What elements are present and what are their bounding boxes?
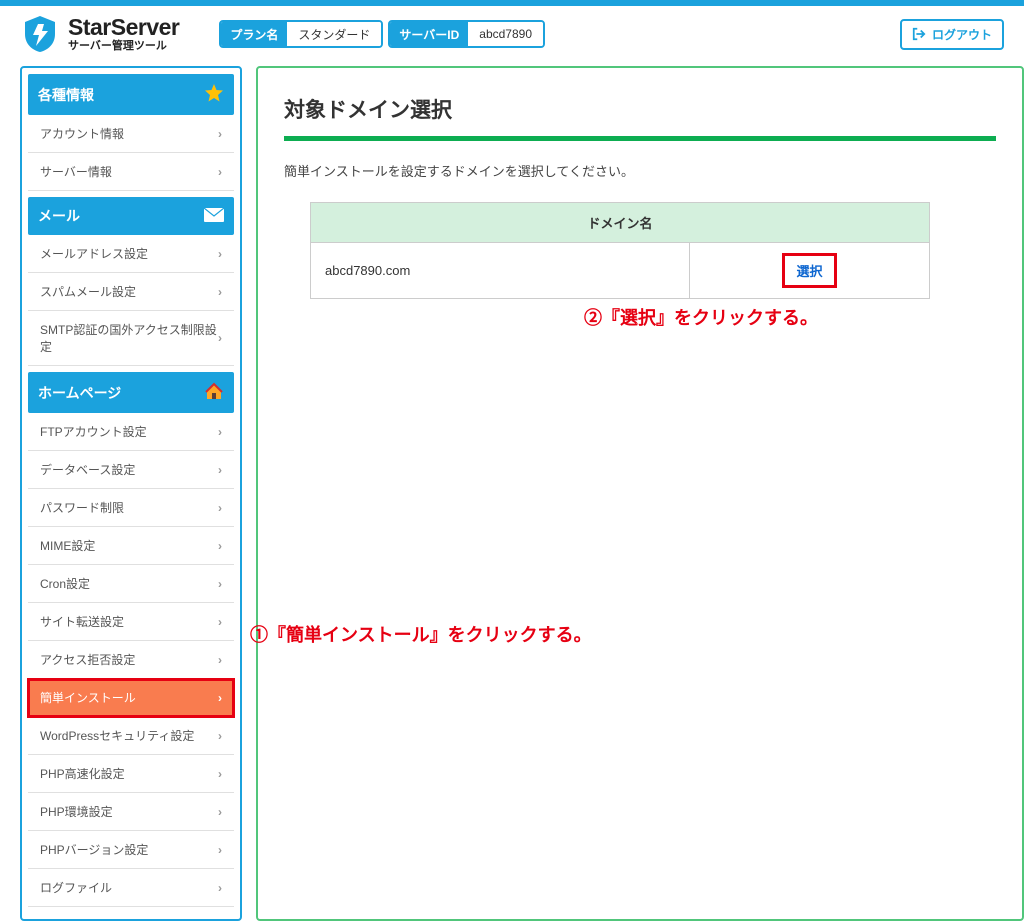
sidebar-item-mime[interactable]: MIME設定 › xyxy=(28,527,234,565)
page-title: 対象ドメイン選択 xyxy=(284,94,996,136)
sidebar-item-php-version[interactable]: PHPバージョン設定 › xyxy=(28,831,234,869)
server-id-label: サーバーID xyxy=(390,22,468,46)
sidebar-item-label: PHPバージョン設定 xyxy=(40,841,148,858)
sidebar-item-smtp-auth[interactable]: SMTP認証の国外アクセス制限設定 › xyxy=(28,311,234,366)
sidebar-item-access-deny[interactable]: アクセス拒否設定 › xyxy=(28,641,234,679)
sidebar-item-label: Cron設定 xyxy=(40,575,90,592)
chevron-right-icon: › xyxy=(218,127,222,141)
logo-title: StarServer xyxy=(68,16,179,39)
table-header-domain: ドメイン名 xyxy=(311,203,930,243)
sidebar-item-label: ログファイル xyxy=(40,879,112,896)
select-link[interactable]: 選択 xyxy=(790,258,828,283)
chevron-right-icon: › xyxy=(218,729,222,743)
sidebar-header-label: 各種情報 xyxy=(38,85,94,105)
page-description: 簡単インストールを設定するドメインを選択してください。 xyxy=(284,161,996,180)
table-row: abcd7890.com 選択 xyxy=(311,243,930,299)
chevron-right-icon: › xyxy=(218,247,222,261)
home-icon xyxy=(204,381,224,401)
chevron-right-icon: › xyxy=(218,615,222,629)
sidebar-header-homepage: ホームページ xyxy=(28,372,234,413)
sidebar-header-label: メール xyxy=(38,206,80,226)
logout-label: ログアウト xyxy=(932,26,992,43)
sidebar-header-label: ホームページ xyxy=(38,383,121,403)
sidebar-item-cron[interactable]: Cron設定 › xyxy=(28,565,234,603)
sidebar-item-easy-install[interactable]: 簡単インストール › xyxy=(28,679,234,717)
sidebar-item-label: データベース設定 xyxy=(40,461,135,478)
sidebar-item-label: PHP高速化設定 xyxy=(40,765,125,782)
logout-icon xyxy=(912,27,926,41)
sidebar-item-label: MIME設定 xyxy=(40,537,95,554)
chevron-right-icon: › xyxy=(218,285,222,299)
annotation-step-1: ①『簡単インストール』をクリックする。 xyxy=(250,621,592,647)
sidebar-item-spam-mail[interactable]: スパムメール設定 › xyxy=(28,273,234,311)
chevron-right-icon: › xyxy=(218,881,222,895)
logout-button[interactable]: ログアウト xyxy=(900,19,1004,50)
select-highlight-box: 選択 xyxy=(782,253,836,288)
chevron-right-icon: › xyxy=(218,653,222,667)
mail-icon xyxy=(204,208,224,222)
sidebar-header-mail: メール xyxy=(28,197,234,235)
chevron-right-icon: › xyxy=(218,539,222,553)
sidebar-item-label: SMTP認証の国外アクセス制限設定 xyxy=(40,321,218,355)
chevron-right-icon: › xyxy=(218,501,222,515)
chevron-right-icon: › xyxy=(218,425,222,439)
sidebar: 各種情報 アカウント情報 › サーバー情報 › メール xyxy=(20,66,242,921)
action-cell: 選択 xyxy=(690,243,930,299)
sidebar-item-account-info[interactable]: アカウント情報 › xyxy=(28,115,234,153)
sidebar-item-password[interactable]: パスワード制限 › xyxy=(28,489,234,527)
logo[interactable]: StarServer サーバー管理ツール xyxy=(20,14,179,54)
sidebar-item-php-fast[interactable]: PHP高速化設定 › xyxy=(28,755,234,793)
server-badge: サーバーID abcd7890 xyxy=(388,20,545,48)
sidebar-item-database[interactable]: データベース設定 › xyxy=(28,451,234,489)
chevron-right-icon: › xyxy=(218,331,222,345)
header: StarServer サーバー管理ツール プラン名 スタンダード サーバーID … xyxy=(0,6,1024,66)
sidebar-item-php-env[interactable]: PHP環境設定 › xyxy=(28,793,234,831)
sidebar-item-wp-security[interactable]: WordPressセキュリティ設定 › xyxy=(28,717,234,755)
sidebar-item-site-transfer[interactable]: サイト転送設定 › xyxy=(28,603,234,641)
annotation-step-2: ②『選択』をクリックする。 xyxy=(584,304,818,330)
sidebar-item-server-info[interactable]: サーバー情報 › xyxy=(28,153,234,191)
chevron-right-icon: › xyxy=(218,463,222,477)
sidebar-item-label: スパムメール設定 xyxy=(40,283,136,300)
chevron-right-icon: › xyxy=(218,577,222,591)
chevron-right-icon: › xyxy=(218,767,222,781)
logo-subtitle: サーバー管理ツール xyxy=(68,41,179,52)
chevron-right-icon: › xyxy=(218,805,222,819)
main-panel: 対象ドメイン選択 簡単インストールを設定するドメインを選択してください。 ドメイ… xyxy=(256,66,1024,921)
chevron-right-icon: › xyxy=(218,691,222,705)
sidebar-item-label: サーバー情報 xyxy=(40,163,112,180)
sidebar-item-label: アカウント情報 xyxy=(40,125,124,142)
domain-cell: abcd7890.com xyxy=(311,243,690,299)
sidebar-item-label: パスワード制限 xyxy=(40,499,124,516)
sidebar-item-logfile[interactable]: ログファイル › xyxy=(28,869,234,907)
sidebar-item-label: アクセス拒否設定 xyxy=(40,651,135,668)
plan-value: スタンダード xyxy=(287,22,381,46)
chevron-right-icon: › xyxy=(218,843,222,857)
sidebar-item-label: 簡単インストール xyxy=(40,689,136,706)
logo-icon xyxy=(20,14,60,54)
chevron-right-icon: › xyxy=(218,165,222,179)
sidebar-item-label: WordPressセキュリティ設定 xyxy=(40,727,194,744)
plan-label: プラン名 xyxy=(221,22,287,46)
sidebar-item-label: FTPアカウント設定 xyxy=(40,423,147,440)
sidebar-item-mail-address[interactable]: メールアドレス設定 › xyxy=(28,235,234,273)
sidebar-item-ftp[interactable]: FTPアカウント設定 › xyxy=(28,413,234,451)
domain-table: ドメイン名 abcd7890.com 選択 xyxy=(310,202,930,299)
sidebar-item-label: サイト転送設定 xyxy=(40,613,124,630)
server-id-value: abcd7890 xyxy=(468,22,543,46)
plan-badge: プラン名 スタンダード xyxy=(219,20,383,48)
sidebar-header-info: 各種情報 xyxy=(28,74,234,115)
star-icon xyxy=(204,83,224,103)
sidebar-item-label: PHP環境設定 xyxy=(40,803,113,820)
title-underline xyxy=(284,136,996,141)
sidebar-item-label: メールアドレス設定 xyxy=(40,245,148,262)
